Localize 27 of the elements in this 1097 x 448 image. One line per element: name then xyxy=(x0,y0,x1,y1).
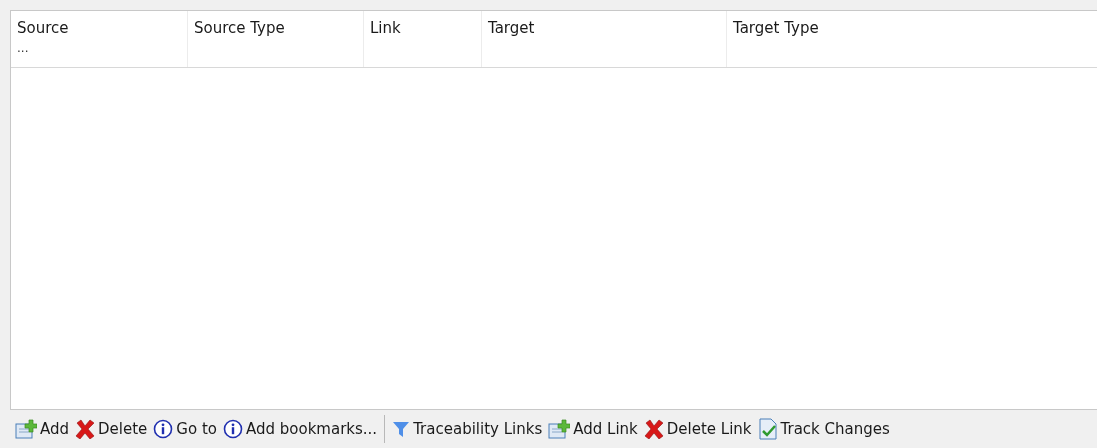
info-icon xyxy=(153,419,174,439)
delete-icon xyxy=(643,419,664,439)
toolbar-button[interactable]: Add Link xyxy=(547,417,639,441)
column-header[interactable]: Source ... xyxy=(11,11,188,67)
document-check-icon xyxy=(757,418,778,440)
column-title: Target xyxy=(488,19,535,37)
column-title: Source xyxy=(17,19,69,37)
add-document-icon xyxy=(15,419,37,439)
toolbar-button[interactable]: Delete xyxy=(74,417,149,441)
column-title: Target Type xyxy=(733,19,819,37)
toolbar-button[interactable]: Track Changes xyxy=(756,416,891,442)
column-header[interactable]: Source Type xyxy=(188,11,364,67)
toolbar-button[interactable]: Add xyxy=(14,417,71,441)
toolbar-button[interactable]: Traceability Links xyxy=(391,418,544,440)
toolbar-button[interactable]: Add bookmarks... xyxy=(222,417,379,441)
add-document-icon xyxy=(548,419,571,439)
toolbar-button[interactable]: Go to xyxy=(152,417,218,441)
toolbar-button[interactable]: Delete Link xyxy=(642,417,753,441)
filter-icon xyxy=(392,420,411,438)
delete-icon xyxy=(75,419,96,439)
column-header[interactable]: Target Type xyxy=(727,11,1097,67)
filter-text: ... xyxy=(17,43,29,53)
column-title: Source Type xyxy=(194,19,285,37)
info-icon xyxy=(223,419,243,439)
column-header[interactable]: Link xyxy=(364,11,482,67)
column-title: Link xyxy=(370,19,401,37)
column-header[interactable]: Target xyxy=(482,11,727,67)
